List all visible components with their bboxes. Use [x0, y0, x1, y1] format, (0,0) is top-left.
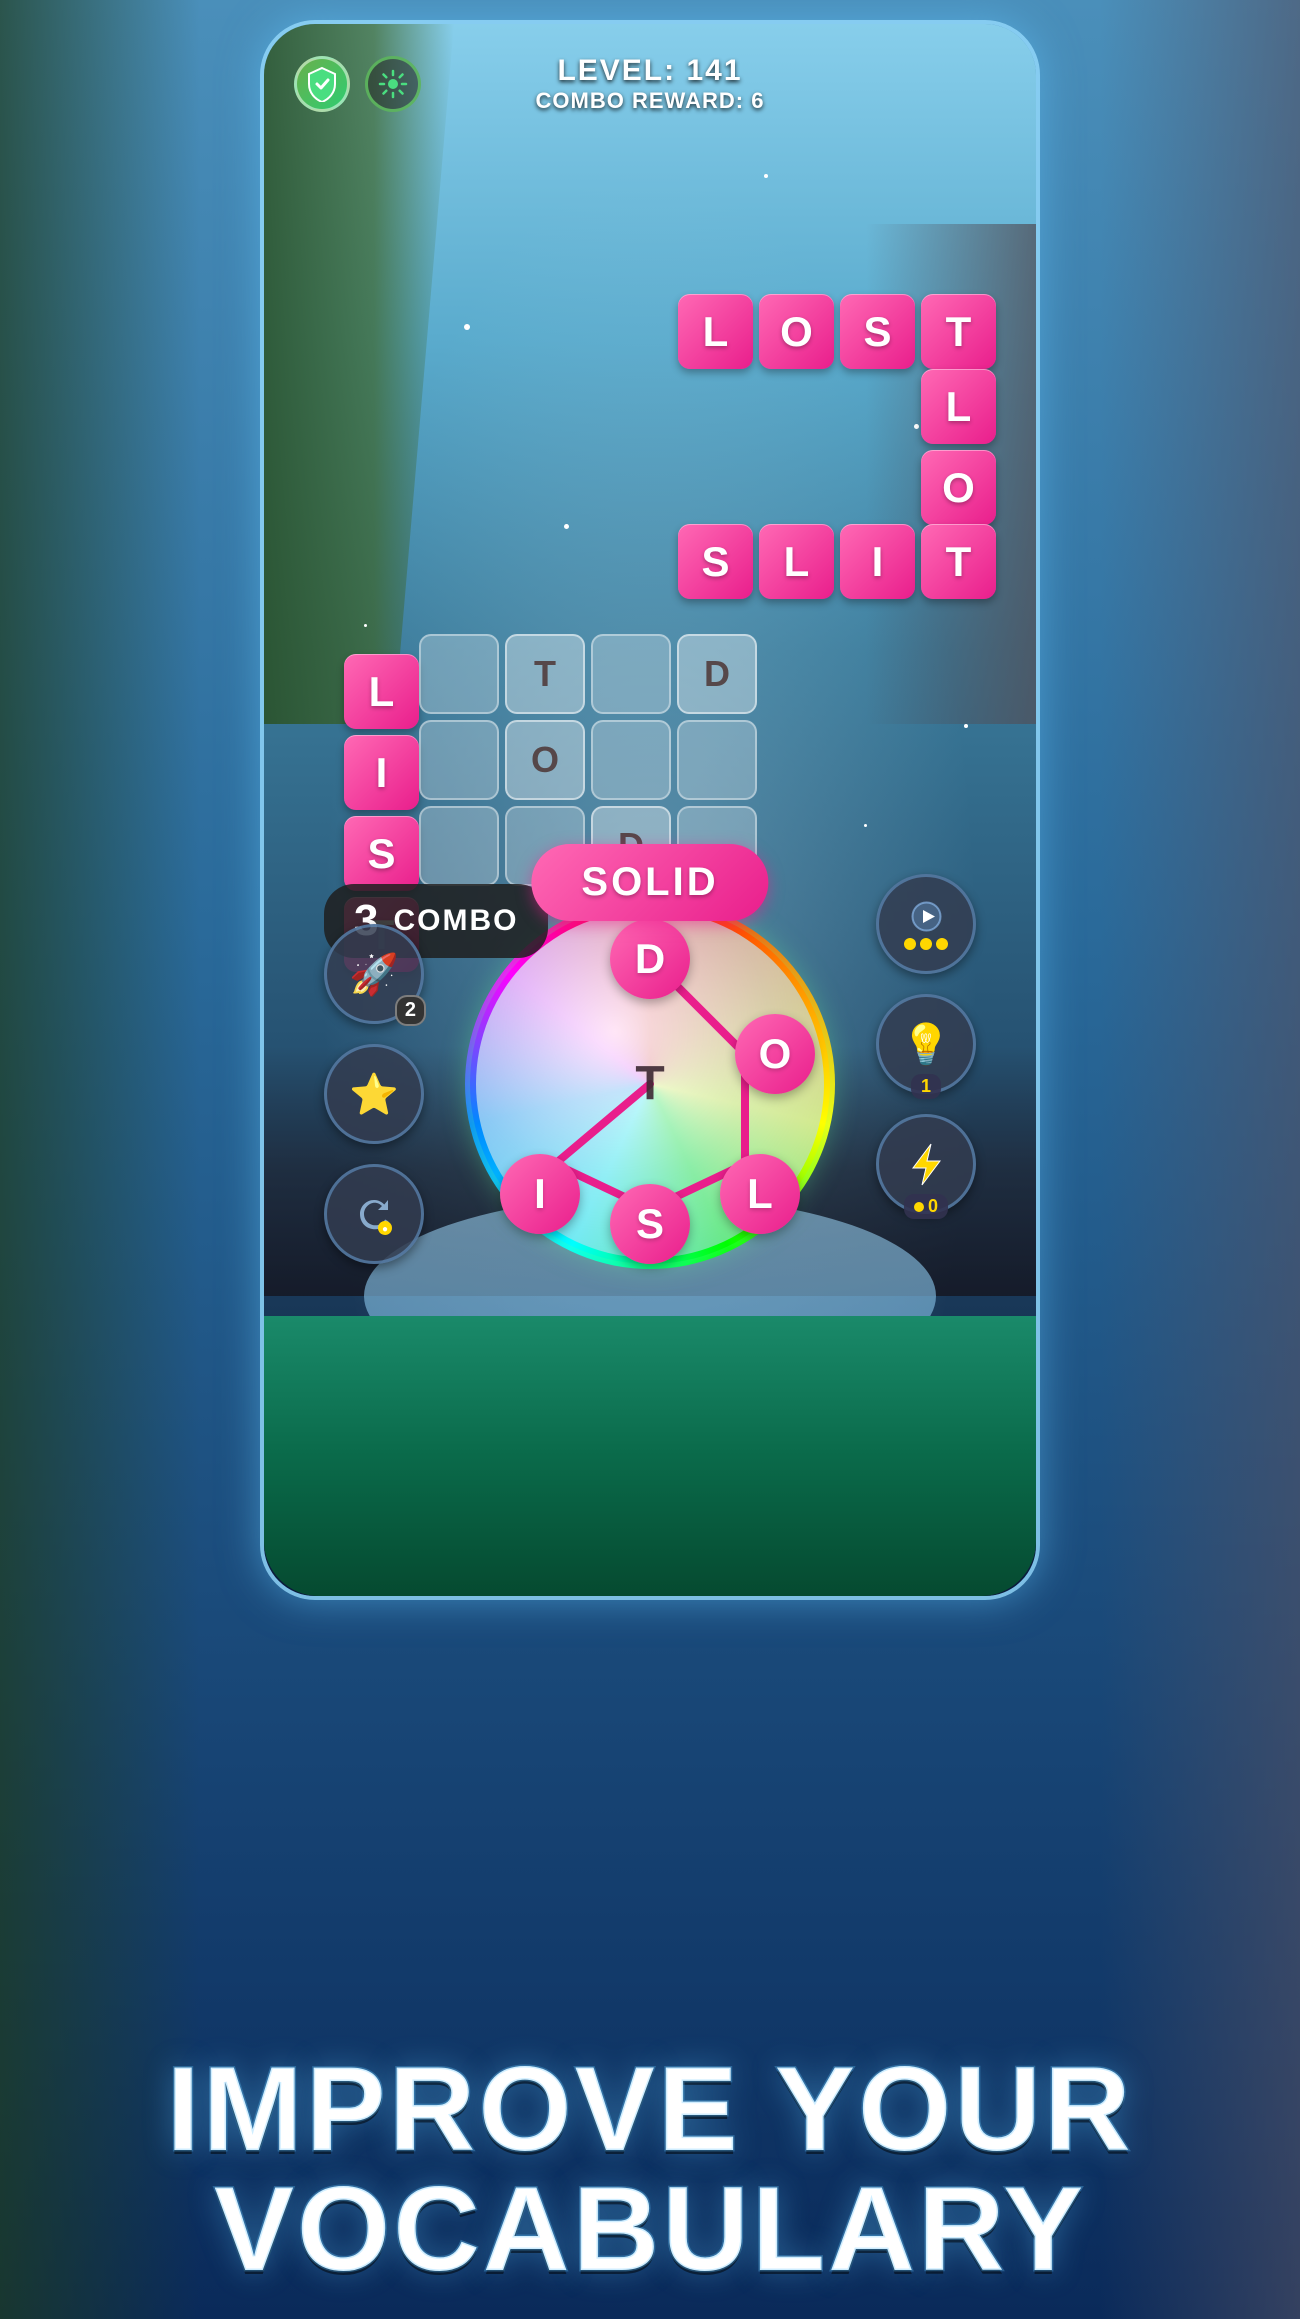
phone-frame: LEVEL: 141 COMBO REWARD: 6 L O S T L O S… — [260, 20, 1040, 1600]
bottom-text-area: IMPROVE YOUR VOCABULARY — [0, 2049, 1300, 2289]
sparkle-5 — [964, 724, 968, 728]
slit-tile-s: S — [678, 524, 753, 599]
grid-cell-0-3: D — [677, 634, 757, 714]
vert-tile-l: L — [921, 369, 996, 444]
slit-tile-i: I — [840, 524, 915, 599]
rocket-badge: 2 — [395, 995, 426, 1026]
sparkle-3 — [914, 424, 919, 429]
slit-tile-t: T — [921, 524, 996, 599]
improve-text-line2: VOCABULARY — [0, 2169, 1300, 2289]
bulb-badge: 1 — [911, 1074, 941, 1099]
wheel-letter-l[interactable]: L — [720, 1154, 800, 1234]
letter-wheel[interactable]: D O L S I T — [470, 904, 830, 1264]
lightning-dot — [914, 1202, 924, 1212]
lost-word-row: L O S T — [678, 294, 996, 369]
wheel-letter-o[interactable]: O — [735, 1014, 815, 1094]
lost-tile-o: O — [759, 294, 834, 369]
bottom-green-area — [264, 1316, 1036, 1596]
shield-button[interactable] — [294, 56, 350, 112]
grid-cell-2-0 — [419, 806, 499, 886]
grid-cell-0-2 — [591, 634, 671, 714]
vert-tile-o: O — [921, 450, 996, 525]
lightning-button[interactable]: 0 — [876, 1114, 976, 1214]
header-icons — [294, 56, 421, 112]
list-tile-l: L — [344, 654, 419, 729]
slit-tile-l: L — [759, 524, 834, 599]
header: LEVEL: 141 COMBO REWARD: 6 — [264, 54, 1036, 114]
settings-button[interactable] — [365, 56, 421, 112]
lightning-badge: 0 — [904, 1194, 948, 1219]
grid-cell-1-2 — [591, 720, 671, 800]
wheel-letter-i[interactable]: I — [500, 1154, 580, 1234]
sparkle-4 — [364, 624, 367, 627]
header-text: LEVEL: 141 COMBO REWARD: 6 — [536, 54, 765, 114]
left-action-buttons: 🚀 2 ⭐ ● — [324, 924, 424, 1264]
grid-cell-1-1: O — [505, 720, 585, 800]
slit-word-row: S L I T — [678, 524, 996, 599]
grid-cell-1-3 — [677, 720, 757, 800]
lost-tile-s: S — [840, 294, 915, 369]
lost-tile-t: T — [921, 294, 996, 369]
wheel-letter-d[interactable]: D — [610, 919, 690, 999]
sparkle-1 — [464, 324, 470, 330]
grid-cell-0-0 — [419, 634, 499, 714]
current-word-display: SOLID — [531, 844, 768, 921]
current-word-text: SOLID — [581, 860, 718, 904]
video-button[interactable] — [876, 874, 976, 974]
vertical-col: L O — [921, 369, 996, 525]
sparkle-7 — [864, 824, 867, 827]
grid-cell-1-0 — [419, 720, 499, 800]
level-display: LEVEL: 141 — [536, 54, 765, 88]
combo-reward-display: COMBO REWARD: 6 — [536, 88, 765, 114]
bulb-button[interactable]: 💡 1 — [876, 994, 976, 1094]
rocket-button[interactable]: 🚀 2 — [324, 924, 424, 1024]
right-action-buttons: 💡 1 0 — [876, 874, 976, 1214]
list-tile-s: S — [344, 816, 419, 891]
lost-tile-l: L — [678, 294, 753, 369]
improve-text-line1: IMPROVE YOUR — [0, 2049, 1300, 2169]
list-tile-i: I — [344, 735, 419, 810]
wheel-center-t[interactable]: T — [635, 1057, 664, 1112]
bg-right-overlay — [1100, 0, 1300, 2319]
bg-left-overlay — [0, 0, 200, 2319]
svg-text:●: ● — [381, 1224, 387, 1235]
wheel-letter-s[interactable]: S — [610, 1184, 690, 1264]
sparkle-6 — [564, 524, 569, 529]
sparkle-2 — [764, 174, 768, 178]
refresh-button[interactable]: ● — [324, 1164, 424, 1264]
star-button[interactable]: ⭐ — [324, 1044, 424, 1144]
grid-cell-0-1: T — [505, 634, 585, 714]
